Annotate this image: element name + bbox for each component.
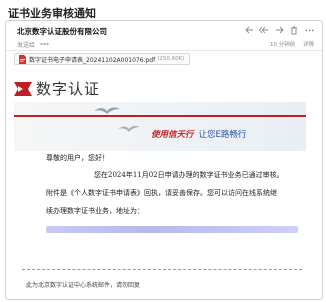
detail-link[interactable]: 详情 [303, 42, 314, 48]
body-line-2: 附件是《个人数字证书申请表》回执，请妥善保存。您可以访问在线系统继 [46, 189, 277, 197]
email-subject: 证书业务审核通知 [8, 7, 96, 20]
email-viewer: 证书业务审核通知 北京数字认证股份有限公司 发送给 *** 10 分钟前 详情 … [0, 0, 326, 302]
logo-text: 数字认证 [36, 80, 101, 98]
banner-red-line [14, 115, 306, 117]
attachment-name: 数字证书电子申请表_20241102A001076.pdf [29, 56, 156, 64]
banner-background [14, 102, 306, 151]
pdf-icon [19, 54, 26, 64]
redacted-link[interactable] [46, 226, 298, 233]
greeting: 尊敬的用户，您好！ [46, 154, 109, 162]
banner-slogan: 使用信天行 让您E路畅行 [151, 128, 246, 140]
recipient-value[interactable]: *** [40, 42, 49, 49]
forward-icon[interactable] [274, 25, 284, 35]
date-row: 10 分钟前 详情 [270, 40, 314, 48]
more-icon[interactable] [304, 25, 314, 35]
footer-note: 此为北京数字认证中心系统邮件，请勿回复 [26, 282, 141, 289]
attachment-chip[interactable]: 数字证书电子申请表_20241102A001076.pdf (250.60K) [14, 53, 190, 65]
email-toolbar [244, 25, 314, 35]
attachment-size: (250.60K) [157, 56, 185, 62]
slogan-rest: 让您E路畅行 [198, 130, 247, 140]
body-line-1: 您在2024年11月02日申请办理的数字证书业务已通过审核。 [94, 171, 284, 179]
bird-icon [94, 107, 120, 114]
email-banner: 数字认证 使用信天行 让您E路畅行 [14, 78, 314, 151]
email-date: 10 分钟前 [269, 42, 296, 48]
slogan-emphasis: 使用信天行 [151, 130, 194, 140]
reply-icon[interactable] [244, 25, 254, 35]
reply-all-icon[interactable] [259, 25, 269, 35]
header-divider [6, 50, 322, 51]
recipient-label: 发送给 [17, 42, 36, 49]
logo: 数字认证 [14, 78, 100, 99]
bird-icon [118, 125, 140, 132]
logo-mark-icon [14, 81, 32, 96]
recipient-row: 发送给 *** [17, 40, 49, 49]
delete-icon[interactable] [289, 25, 299, 35]
signature-divider [22, 269, 302, 270]
body-line-3: 续办理数字证书业务，地址为： [46, 207, 144, 215]
sender-name[interactable]: 北京数字认证股份有限公司 [17, 26, 107, 37]
email-panel: 北京数字认证股份有限公司 发送给 *** 10 分钟前 详情 数字证书电子申请表… [5, 20, 323, 300]
